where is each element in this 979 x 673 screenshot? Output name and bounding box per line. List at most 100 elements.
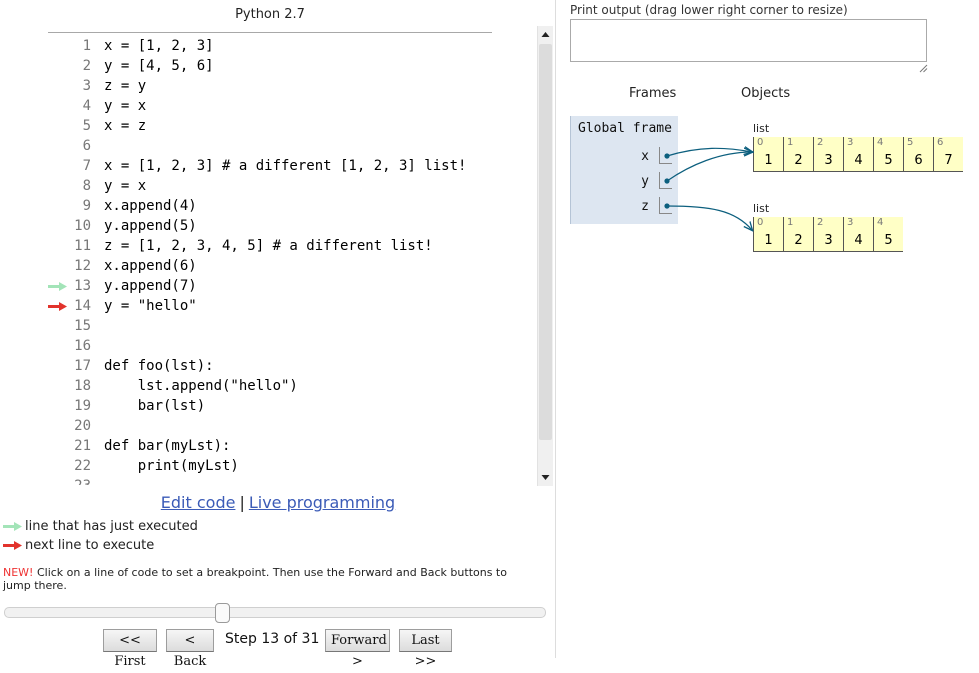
edit-links: Edit code | Live programming bbox=[0, 493, 556, 512]
line-number[interactable]: 5 bbox=[47, 116, 91, 136]
list-index: 5 bbox=[907, 137, 914, 148]
code-scrollbar[interactable] bbox=[537, 26, 553, 486]
code-line[interactable]: 6 bbox=[0, 136, 537, 156]
line-number[interactable]: 15 bbox=[47, 316, 91, 336]
list-value: 2 bbox=[794, 153, 803, 168]
last-button[interactable]: Last >> bbox=[399, 629, 452, 669]
code-line[interactable]: 12 x.append(6) bbox=[0, 256, 537, 276]
pane-divider bbox=[555, 0, 556, 658]
first-button[interactable]: << First bbox=[103, 629, 157, 669]
list-cell: 23 bbox=[813, 137, 843, 171]
list-cell: 45 bbox=[873, 137, 903, 171]
code-line[interactable]: 17 def foo(lst): bbox=[0, 356, 537, 376]
code-text: print(myLst) bbox=[104, 458, 239, 474]
code-line[interactable]: 2 y = [4, 5, 6] bbox=[0, 56, 537, 76]
code-text: y = x bbox=[104, 178, 147, 194]
executed-arrow-icon bbox=[3, 522, 22, 531]
list-index: 3 bbox=[847, 137, 854, 148]
edit-code-link[interactable]: Edit code bbox=[161, 493, 236, 512]
line-number[interactable]: 1 bbox=[47, 36, 91, 56]
list-value: 2 bbox=[794, 233, 803, 248]
line-number[interactable]: 16 bbox=[47, 336, 91, 356]
title-divider bbox=[48, 32, 492, 33]
code-line[interactable]: 9 x.append(4) bbox=[0, 196, 537, 216]
line-number[interactable]: 18 bbox=[47, 376, 91, 396]
code-text: bar(lst) bbox=[104, 398, 206, 414]
list-value: 1 bbox=[764, 233, 773, 248]
list-cell: 23 bbox=[813, 217, 843, 251]
list-value: 7 bbox=[944, 153, 953, 168]
line-number[interactable]: 22 bbox=[47, 456, 91, 476]
list-cell: 01 bbox=[753, 217, 783, 251]
objects-header: Objects bbox=[741, 86, 791, 101]
line-number[interactable]: 2 bbox=[47, 56, 91, 76]
list-value: 5 bbox=[884, 153, 893, 168]
line-number[interactable]: 10 bbox=[47, 216, 91, 236]
print-output-label: Print output (drag lower right corner to… bbox=[570, 3, 848, 17]
code-line[interactable]: 19 bar(lst) bbox=[0, 396, 537, 416]
code-line[interactable]: 22 print(myLst) bbox=[0, 456, 537, 476]
forward-button[interactable]: Forward > bbox=[325, 629, 390, 669]
code-line[interactable]: 11 z = [1, 2, 3, 4, 5] # a different list… bbox=[0, 236, 537, 256]
code-line[interactable]: 21 def bar(myLst): bbox=[0, 436, 537, 456]
line-number[interactable]: 8 bbox=[47, 176, 91, 196]
code-text: x.append(4) bbox=[104, 198, 197, 214]
list-value: 5 bbox=[884, 233, 893, 248]
scroll-down-icon[interactable] bbox=[538, 469, 553, 486]
legend-executed-label: line that has just executed bbox=[25, 519, 198, 534]
step-slider[interactable] bbox=[4, 607, 546, 618]
code-line[interactable]: 5 x = z bbox=[0, 116, 537, 136]
code-line[interactable]: 14 y = "hello" bbox=[0, 296, 537, 316]
code-viewport: 1 x = [1, 2, 3] 2 y = [4, 5, 6] 3 z = y 4 y = x… bbox=[0, 34, 537, 485]
list-value: 3 bbox=[824, 233, 833, 248]
code-line[interactable]: 8 y = x bbox=[0, 176, 537, 196]
line-number[interactable]: 7 bbox=[47, 156, 91, 176]
code-text: z = [1, 2, 3, 4, 5] # a different list! bbox=[104, 238, 433, 254]
list-index: 3 bbox=[847, 217, 854, 228]
line-number[interactable]: 21 bbox=[47, 436, 91, 456]
pointer-z-to-list bbox=[666, 205, 752, 230]
list-cell: 12 bbox=[783, 217, 813, 251]
code-line[interactable]: 3 z = y bbox=[0, 76, 537, 96]
line-number[interactable]: 9 bbox=[47, 196, 91, 216]
line-number[interactable]: 6 bbox=[47, 136, 91, 156]
back-button[interactable]: < Back bbox=[166, 629, 214, 669]
line-number[interactable]: 20 bbox=[47, 416, 91, 436]
line-number[interactable]: 17 bbox=[47, 356, 91, 376]
step-counter: Step 13 of 31 bbox=[225, 631, 320, 647]
code-line[interactable]: 10 y.append(5) bbox=[0, 216, 537, 236]
code-line[interactable]: 18 lst.append("hello") bbox=[0, 376, 537, 396]
list-cell: 12 bbox=[783, 137, 813, 171]
line-number[interactable]: 3 bbox=[47, 76, 91, 96]
breakpoint-note-text: Click on a line of code to set a breakpo… bbox=[3, 566, 507, 592]
scroll-up-icon[interactable] bbox=[538, 26, 553, 43]
var-pointer-y bbox=[659, 172, 672, 189]
code-line[interactable]: 20 bbox=[0, 416, 537, 436]
scroll-thumb[interactable] bbox=[539, 44, 552, 440]
code-line[interactable]: 13 y.append(7) bbox=[0, 276, 537, 296]
code-line[interactable]: 7 x = [1, 2, 3] # a different [1, 2, 3] l… bbox=[0, 156, 537, 176]
code-line[interactable]: 1 x = [1, 2, 3] bbox=[0, 36, 537, 56]
code-line[interactable]: 16 bbox=[0, 336, 537, 356]
line-number[interactable]: 19 bbox=[47, 396, 91, 416]
resize-grip-icon[interactable] bbox=[919, 64, 928, 73]
line-number[interactable]: 11 bbox=[47, 236, 91, 256]
line-number[interactable]: 12 bbox=[47, 256, 91, 276]
line-number[interactable]: 4 bbox=[47, 96, 91, 116]
code-text: def bar(myLst): bbox=[104, 438, 231, 454]
pointer-x-to-list bbox=[666, 148, 752, 157]
executed-line-arrow-icon bbox=[48, 282, 67, 291]
live-programming-link[interactable]: Live programming bbox=[249, 493, 395, 512]
code-text: x.append(6) bbox=[104, 258, 197, 274]
code-line[interactable]: 4 y = x bbox=[0, 96, 537, 116]
step-slider-handle[interactable] bbox=[215, 603, 230, 623]
code-text: x = [1, 2, 3] bbox=[104, 38, 214, 54]
list-index: 0 bbox=[757, 137, 764, 148]
code-text: y.append(5) bbox=[104, 218, 197, 234]
line-number[interactable]: 23 bbox=[47, 476, 91, 485]
list-index: 0 bbox=[757, 217, 764, 228]
print-output-box[interactable] bbox=[570, 19, 927, 62]
code-line[interactable]: 15 bbox=[0, 316, 537, 336]
code-line[interactable]: 23 bbox=[0, 476, 537, 485]
code-text: z = y bbox=[104, 78, 147, 94]
